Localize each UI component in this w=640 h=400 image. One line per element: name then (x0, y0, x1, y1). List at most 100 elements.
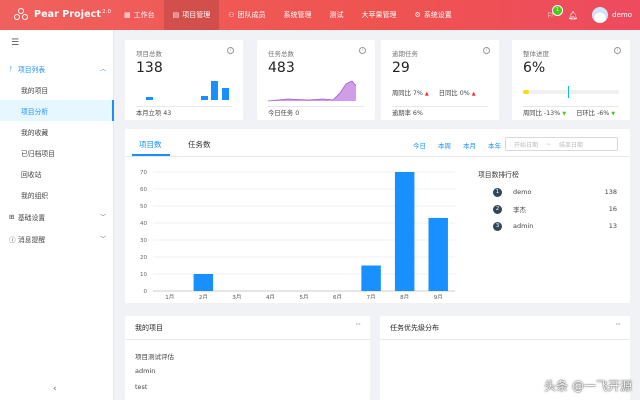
project-list-item[interactable]: 项目测试评估 (135, 351, 174, 361)
sidebar-item-my-organization[interactable]: 我的组织 (0, 184, 114, 205)
trend-value: 0% (459, 90, 470, 97)
y-tick-label: 10 (140, 272, 147, 278)
sidebar-item-label: 我的收藏 (21, 128, 49, 137)
divider (392, 106, 488, 107)
watermark: 头条 @一飞开源 (544, 379, 632, 393)
stat-footer: 本月立项 43 (136, 110, 172, 117)
info-icon[interactable]: i (483, 47, 490, 54)
rank-value: 13 (608, 222, 617, 230)
menu-fold-icon[interactable]: ☰ (11, 38, 19, 48)
range-year[interactable]: 本年 (488, 140, 501, 150)
more-icon[interactable]: ··· (615, 320, 621, 329)
date-range-picker[interactable]: 开始日期 ~ 结束日期 (505, 137, 618, 151)
chevron-down-icon: ﹀ (99, 214, 106, 221)
stat-label: 项目总数 (136, 50, 162, 58)
sidebar-item-recycle-bin[interactable]: 回收站 (0, 163, 114, 184)
info-icon[interactable]: i (227, 47, 234, 54)
nav-item-label: 系统设置 (423, 11, 452, 19)
progress-trend: 周同比 -13% ▼ 日环比 -6% ▼ (523, 108, 615, 117)
x-tick-label: 1月 (165, 294, 174, 299)
team-icon: ⚇ (228, 11, 235, 19)
task-priority-title: 任务优先级分布 (390, 324, 439, 332)
collapse-sidebar-icon[interactable]: ‹ (53, 384, 57, 394)
stat-card-projects: 项目总数 i 138 本月立项 43 (125, 40, 243, 120)
stat-label: 任务总数 (268, 50, 294, 58)
project-count-bar-chart: 0 10 20 30 40 50 60 70 1月 2月 3月 4月 5月 6月 7月 8月 9月 (140, 170, 455, 299)
nav-item[interactable]: 大苹果管理 (353, 0, 406, 30)
divider (125, 339, 370, 340)
main-nav: ▦ 工作台 ▤ 项目管理 ⚇ 团队成员 系统管理 测试 大苹果管理 ⚙ 系统设置 (115, 0, 461, 30)
trend-value: -13% (543, 110, 561, 117)
sidebar-group-label: 项目列表 (18, 65, 46, 74)
nav-item[interactable]: ⚇ 团队成员 (219, 0, 274, 30)
task-count-badge: 1 (551, 4, 564, 16)
avatar[interactable] (592, 7, 609, 23)
info-icon[interactable]: i (359, 47, 366, 54)
nav-item[interactable]: 系统管理 (275, 0, 321, 30)
x-tick-label: 4月 (266, 294, 275, 299)
project-list-item[interactable]: admin (135, 367, 155, 375)
project-list-item[interactable]: test (135, 383, 147, 391)
stat-value: 138 (136, 60, 163, 76)
progress-track (523, 86, 619, 98)
range-month[interactable]: 本月 (463, 140, 476, 150)
sidebar-item-favorites[interactable]: 我的收藏 (0, 121, 114, 142)
trend-label: 日同比 (438, 90, 458, 97)
chart-bar (361, 265, 381, 291)
project-list-icon: ᚠ (9, 64, 13, 73)
sidebar-item-label: 我的项目 (21, 86, 49, 95)
rank-number: 3 (493, 221, 502, 231)
tab-project-count[interactable]: 项目数 (139, 139, 162, 150)
x-tick-label: 7月 (367, 294, 376, 299)
x-tick-label: 3月 (232, 294, 241, 299)
rank-name: 李杰 (513, 206, 526, 214)
x-tick-label: 5月 (300, 294, 309, 299)
end-date-input[interactable]: 结束日期 (559, 140, 583, 149)
sidebar-item-project-analysis[interactable]: 项目分析 (0, 100, 114, 121)
tab-task-count[interactable]: 任务数 (188, 139, 211, 150)
username[interactable]: demo (612, 11, 632, 19)
sidebar-item-my-projects[interactable]: 我的项目 (0, 79, 114, 100)
range-today[interactable]: 今日 (413, 140, 426, 150)
trend-label: 日环比 (576, 110, 595, 117)
x-tick-label: 9月 (434, 294, 443, 299)
info-icon[interactable]: i (614, 47, 621, 54)
stat-footer: 今日任务 0 (268, 110, 300, 117)
nav-item[interactable]: ▦ 工作台 (115, 0, 164, 30)
mini-area-chart (268, 80, 357, 102)
y-tick-label: 20 (140, 255, 147, 261)
overdue-trend: 周同比 7% ▲ 日同比 0% ▲ (392, 88, 476, 97)
divider (268, 106, 364, 107)
trend-value: 7% (412, 90, 423, 97)
rank-value: 138 (604, 188, 617, 196)
sidebar-item-archived[interactable]: 已归档项目 (0, 142, 114, 163)
range-week[interactable]: 本周 (438, 140, 451, 150)
top-header: Pear Project2.0 ▦ 工作台 ▤ 项目管理 ⚇ 团队成员 系统管理 测试 大苹果管… (0, 0, 640, 30)
chart-bar (193, 274, 214, 291)
stat-value: 6% (523, 60, 546, 76)
sidebar-group-basic-settings[interactable]: ⊞ 基础设置 ﹀ (0, 206, 114, 227)
nav-item[interactable]: ▤ 项目管理 (163, 0, 220, 30)
sidebar-group-project-list[interactable]: ᚠ 项目列表 ︿ (0, 58, 114, 79)
stat-label: 整体进度 (523, 50, 549, 58)
progress-fill (523, 90, 529, 94)
nav-item-label: 团队成员 (237, 11, 266, 19)
caret-down-icon: ▼ (562, 111, 567, 117)
divider (136, 106, 232, 107)
tasks-icon[interactable]: ⚐ 1 (547, 4, 564, 20)
app-name: Pear Project2.0 (34, 9, 112, 21)
more-icon[interactable]: ··· (355, 320, 361, 329)
chart-bar (394, 172, 415, 291)
app-logo[interactable]: Pear Project2.0 (14, 7, 111, 23)
ranking-row: 1 demo 138 (493, 186, 617, 198)
stat-card-tasks: 任务总数 i 483 今日任务 0 (257, 40, 375, 120)
nav-item[interactable]: 测试 (321, 0, 353, 30)
start-date-input[interactable]: 开始日期 (514, 140, 538, 149)
nav-item-label: 项目管理 (182, 11, 211, 19)
ranking-title: 项目数排行榜 (478, 171, 519, 179)
nav-item[interactable]: ⚙ 系统设置 (406, 0, 461, 30)
bell-icon[interactable]: 🔔︎ (568, 11, 578, 20)
sidebar-group-notifications[interactable]: ⓘ 消息提醒 ﹀ (0, 228, 114, 249)
x-tick-label: 2月 (199, 294, 208, 299)
caret-up-icon: ▲ (424, 91, 429, 97)
